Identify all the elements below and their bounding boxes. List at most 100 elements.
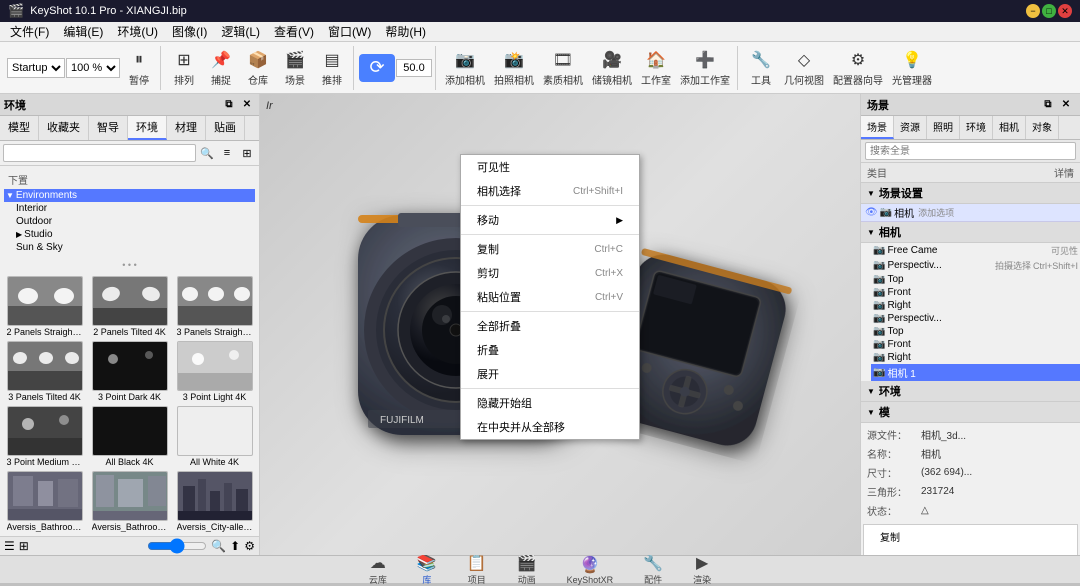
right-tab-env[interactable]: 环境 [960, 116, 993, 139]
ctx-cut[interactable]: 剪切 Ctrl+X [461, 261, 639, 285]
toolbar-tools-btn[interactable]: 🔧 工具 [743, 46, 779, 89]
list-view-toggle[interactable]: ☰ [4, 539, 15, 553]
tab-model[interactable]: 模型 [0, 116, 39, 140]
toolbar-config-btn[interactable]: ⚙ 配置器向导 [829, 46, 887, 89]
section-environment[interactable]: 环境 [861, 381, 1080, 402]
minimize-button[interactable]: − [1026, 4, 1040, 18]
tab-guide[interactable]: 智导 [89, 116, 128, 140]
toolbar-add-studio-btn[interactable]: ➕ 添加工作室 [676, 46, 734, 89]
maximize-button[interactable]: □ [1042, 4, 1056, 18]
ctx-hide-start-group[interactable]: 隐藏开始组 [461, 391, 639, 415]
tree-item-studio[interactable]: Studio [14, 228, 255, 241]
thumb-city[interactable]: Aversis_City-alley-old_3k [174, 471, 255, 532]
rctx-make-mode[interactable]: 制作模式 [864, 548, 1077, 555]
nav-cloud[interactable]: ☁ 云库 [369, 553, 387, 586]
list-view-icon[interactable]: ≡ [218, 144, 236, 162]
right-panel-close-btn[interactable]: ✕ [1058, 97, 1074, 113]
toolbar-arrange-btn[interactable]: ⊞ 排列 [166, 46, 202, 89]
grid-view-icon[interactable]: ⊞ [238, 144, 256, 162]
menu-image[interactable]: 图像(I) [166, 22, 213, 41]
toolbar-light-btn[interactable]: 💡 光管理器 [888, 46, 936, 89]
section-model[interactable]: 模 [861, 402, 1080, 423]
ctx-copy[interactable]: 复制 Ctrl+C [461, 237, 639, 261]
thumb-3point-light[interactable]: 3 Point Light 4K [174, 341, 255, 402]
rctx-copy[interactable]: 复制 [864, 525, 1077, 548]
active-render-btn[interactable]: ⟳ [359, 54, 395, 82]
menu-file[interactable]: 文件(F) [4, 22, 55, 41]
section-scene-settings[interactable]: 场景设置 [861, 183, 1080, 204]
ctx-move[interactable]: 移动 ▶ [461, 208, 639, 232]
thumb-2panels-straight[interactable]: 2 Panels Straight 4K [4, 276, 85, 337]
tab-sticker[interactable]: 贴画 [206, 116, 245, 140]
camera-1[interactable]: 📷 相机 1 [871, 364, 1080, 381]
toolbar-photo-btn[interactable]: 📸 拍照相机 [490, 46, 538, 89]
tab-environment[interactable]: 环境 [128, 116, 167, 140]
camera-persp2[interactable]: 📷 Perspectiv... [871, 312, 1080, 325]
ctx-expand[interactable]: 展开 [461, 362, 639, 386]
right-search-input[interactable] [865, 142, 1076, 160]
camera-top2[interactable]: 📷 Top [871, 325, 1080, 338]
nav-keyshot-xr[interactable]: 🔮 KeyShotXR [567, 555, 614, 585]
ctx-paste[interactable]: 粘贴位置 Ctrl+V [461, 285, 639, 309]
toolbar-snap-btn[interactable]: 📌 捕捉 [203, 46, 239, 89]
toolbar-pause-btn[interactable]: ⏸ 暂停 [121, 46, 157, 89]
thumb-3panels-tilted[interactable]: 3 Panels Tilted 4K [4, 341, 85, 402]
thumb-bathroom1[interactable]: Aversis_Bathroom_3k [4, 471, 85, 532]
thumb-2panels-tilted[interactable]: 2 Panels Tilted 4K [89, 276, 170, 337]
search-input[interactable] [3, 144, 196, 162]
zoom-slider[interactable] [147, 540, 207, 552]
search-icon[interactable]: 🔍 [198, 144, 216, 162]
right-tab-camera[interactable]: 相机 [993, 116, 1026, 139]
tab-material[interactable]: 材理 [167, 116, 206, 140]
right-tab-scene[interactable]: 场景 [861, 116, 894, 139]
camera-right2[interactable]: 📷 Right [871, 351, 1080, 364]
thumb-3panels-straight[interactable]: 3 Panels Straight 4K [174, 276, 255, 337]
thumb-all-white[interactable]: All White 4K [174, 406, 255, 467]
toolbar-quality-btn[interactable]: 🎞 素质相机 [539, 46, 587, 89]
zoom-in-icon[interactable]: 🔍 [211, 539, 226, 553]
menu-edit[interactable]: 编辑(E) [57, 22, 109, 41]
right-tab-lighting[interactable]: 照明 [927, 116, 960, 139]
close-button[interactable]: ✕ [1058, 4, 1072, 18]
menu-window[interactable]: 窗口(W) [322, 22, 377, 41]
thumb-3point-dark[interactable]: 3 Point Dark 4K [89, 341, 170, 402]
nav-animation[interactable]: 🎬 动画 [517, 553, 537, 586]
thumb-all-black[interactable]: All Black 4K [89, 406, 170, 467]
grid-view-toggle[interactable]: ⊞ [19, 539, 29, 553]
nav-library[interactable]: 📚 库 [417, 553, 437, 586]
toolbar-add-camera-btn[interactable]: 📷 添加相机 [441, 46, 489, 89]
camera-persp1[interactable]: 📷 Perspectiv... 拍摄选择 Ctrl+Shift+I [871, 258, 1080, 273]
toolbar-studio-btn[interactable]: 🏠 工作室 [637, 46, 675, 89]
right-panel-detach-btn[interactable]: ⧉ [1040, 97, 1056, 113]
startup-dropdown[interactable]: Startup [7, 58, 65, 78]
camera-front1[interactable]: 📷 Front [871, 286, 1080, 299]
camera-top1[interactable]: 📷 Top [871, 273, 1080, 286]
right-tab-resource[interactable]: 资源 [894, 116, 927, 139]
thumb-3point-medium[interactable]: 3 Point Medium 4K [4, 406, 85, 467]
ctx-collapse-all[interactable]: 全部折叠 [461, 314, 639, 338]
nav-accessories[interactable]: 🔧 配件 [643, 553, 663, 586]
tree-item-interior[interactable]: Interior [14, 202, 255, 215]
toolbar-push-btn[interactable]: ▤ 推排 [314, 46, 350, 89]
import-icon[interactable]: ⬆ [230, 539, 240, 553]
toolbar-store-btn[interactable]: 🎥 储镜相机 [588, 46, 636, 89]
menu-view[interactable]: 查看(V) [268, 22, 320, 41]
toolbar-geo-btn[interactable]: ◇ 几何视图 [780, 46, 828, 89]
settings-icon[interactable]: ⚙ [244, 539, 255, 553]
menu-logic[interactable]: 逻辑(L) [215, 22, 266, 41]
tree-item-outdoor[interactable]: Outdoor [14, 215, 255, 228]
toolbar-scene-btn[interactable]: 🎬 场景 [277, 46, 313, 89]
menu-help[interactable]: 帮助(H) [379, 22, 432, 41]
section-cameras[interactable]: 相机 [861, 222, 1080, 243]
menu-env[interactable]: 环境(U) [111, 22, 164, 41]
ctx-visibility[interactable]: 可见性 [461, 155, 639, 179]
fps-input[interactable] [396, 59, 432, 77]
zoom-dropdown[interactable]: 100 % [66, 58, 120, 78]
ctx-collapse[interactable]: 折叠 [461, 338, 639, 362]
camera-front2[interactable]: 📷 Front [871, 338, 1080, 351]
camera-freecam[interactable]: 📷 Free Came 可见性 [871, 243, 1080, 258]
camera-right1[interactable]: 📷 Right [871, 299, 1080, 312]
ctx-center-all[interactable]: 在中央并从全部移 [461, 415, 639, 439]
camera-selected-row[interactable]: 👁 📷 相机 添加选项 [861, 204, 1080, 222]
ctx-camera-select[interactable]: 相机选择 Ctrl+Shift+I [461, 179, 639, 203]
